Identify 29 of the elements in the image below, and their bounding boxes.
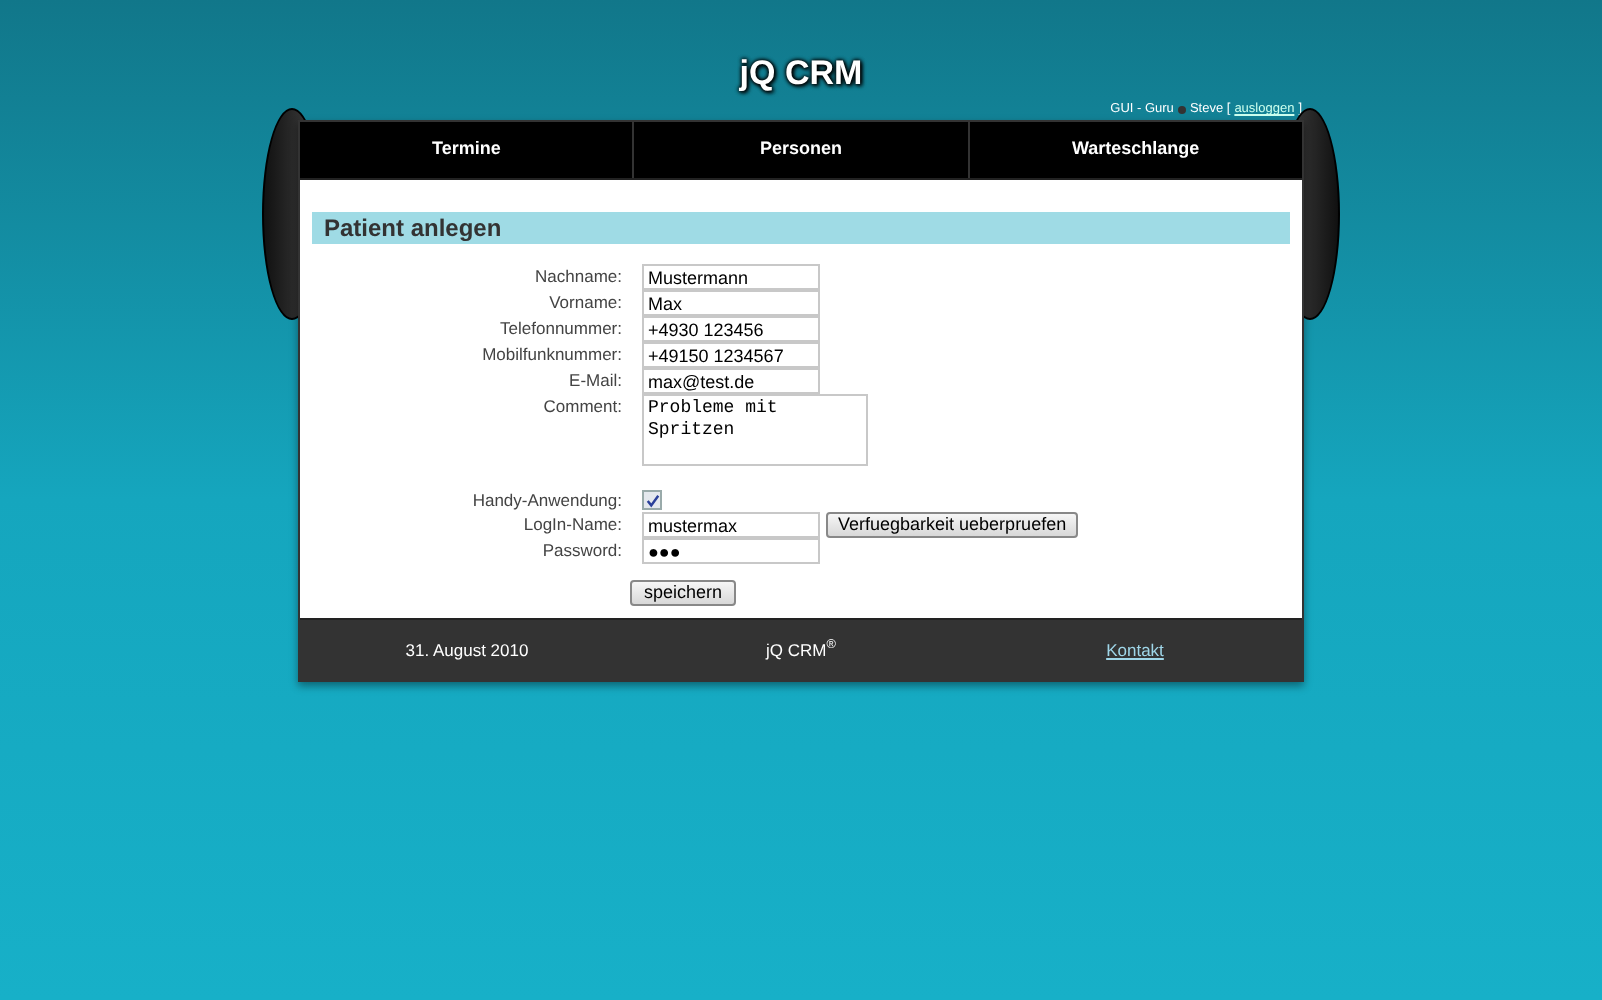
save-button[interactable]: speichern [630,580,737,606]
footer-brand: jQ CRM$^{®}$ [763,637,838,663]
text-input[interactable]: +4930 123456 [642,316,820,342]
comment-textarea[interactable]: Probleme mit Spritzen [642,394,868,466]
app-title: jQ CRM [739,54,863,94]
section-heading: Patient anlegen [312,212,1290,244]
nav-tab[interactable]: Personen [632,122,968,178]
nav-tab[interactable]: Warteschlange [967,122,1302,178]
field-label: Comment: [541,394,622,418]
field-label: Password: [540,538,622,562]
text-input[interactable]: mustermax [642,512,820,538]
footer-date: 31. August 2010 [403,637,531,663]
field-label: Mobilfunknummer: [480,342,622,366]
text-input[interactable]: +49150 1234567 [642,342,820,368]
text-input[interactable]: Mustermann [642,264,820,290]
contact-link[interactable]: Kontakt [1106,637,1164,663]
field-label: LogIn-Name: [521,512,622,536]
text-input[interactable]: Max [642,290,820,316]
field-label: Vorname: [547,290,622,314]
checkbox[interactable] [642,490,662,510]
nav-tab[interactable]: Termine [300,122,633,178]
check-availability-button[interactable]: Verfuegbarkeit ueberpruefen [826,512,1079,538]
text-input[interactable]: max@test.de [642,368,820,394]
field-label: E-Mail: [567,368,622,392]
field-label: Nachname: [533,264,622,288]
text-input[interactable]: ●●● [642,538,820,564]
checkmark-icon [645,493,659,507]
field-label: Handy-Anwendung: [470,488,622,512]
field-label: Telefonnummer: [498,316,622,340]
